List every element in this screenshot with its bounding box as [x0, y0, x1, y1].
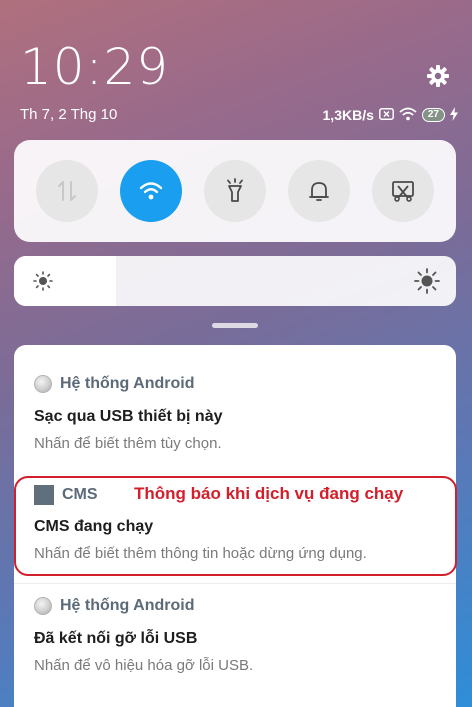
- data-arrows-icon: [58, 181, 76, 201]
- notification-title: Sạc qua USB thiết bị này: [34, 408, 223, 425]
- battery-icon: 27: [421, 108, 445, 122]
- brightness-fill: [14, 256, 116, 306]
- date-label[interactable]: Th 7, 2 Thg 10: [20, 106, 117, 123]
- toggle-screenshot[interactable]: [372, 160, 434, 222]
- sun-small-icon: [33, 271, 53, 291]
- cms-app-icon: [34, 485, 54, 505]
- android-system-icon: [34, 597, 52, 615]
- bell-icon: [309, 182, 329, 201]
- toggle-sound[interactable]: [288, 160, 350, 222]
- notification-app-name: CMS: [62, 486, 98, 503]
- notification-item[interactable]: CMS CMS đang chạy Nhấn để biết thêm thôn…: [14, 485, 456, 565]
- notification-title: Đã kết nối gỡ lỗi USB: [34, 630, 198, 647]
- battery-level: 27: [427, 109, 439, 120]
- notification-header: CMS: [34, 485, 98, 505]
- charging-bolt-icon: [450, 106, 458, 124]
- flashlight-icon: [227, 178, 243, 202]
- brightness-slider[interactable]: [14, 256, 456, 306]
- scissors-screenshot-icon: [392, 181, 414, 202]
- gear-icon[interactable]: [426, 64, 450, 88]
- notification-list: Hệ thống Android Sạc qua USB thiết bị nà…: [14, 345, 457, 707]
- clock-time[interactable]: 10:29: [20, 38, 169, 96]
- android-system-icon: [34, 375, 52, 393]
- notification-body: Nhấn để biết thêm thông tin hoặc dừng ứn…: [34, 545, 367, 562]
- notification-app-name: Hệ thống Android: [60, 597, 195, 614]
- sun-large-icon: [414, 268, 440, 294]
- notification-item[interactable]: Hệ thống Android Đã kết nối gỡ lỗi USB N…: [14, 597, 456, 677]
- notification-item[interactable]: Hệ thống Android Sạc qua USB thiết bị nà…: [14, 375, 456, 455]
- wifi-status-icon: [399, 107, 417, 124]
- notification-header: Hệ thống Android: [34, 375, 195, 393]
- notification-header: Hệ thống Android: [34, 597, 195, 615]
- quick-settings-panel: [14, 140, 456, 242]
- toggle-mobile-data[interactable]: [36, 160, 98, 222]
- drawer-handle[interactable]: [212, 323, 258, 328]
- sim-disabled-icon: [378, 107, 394, 123]
- status-icons: 1,3KB/s 27: [323, 106, 458, 124]
- notification-title: CMS đang chạy: [34, 518, 154, 535]
- toggle-wifi[interactable]: [120, 160, 182, 222]
- wifi-icon: [139, 182, 163, 200]
- notification-body: Nhấn để biết thêm tùy chọn.: [34, 435, 222, 452]
- network-speed: 1,3KB/s: [322, 107, 374, 123]
- notification-app-name: Hệ thống Android: [60, 375, 195, 392]
- toggle-flashlight[interactable]: [204, 160, 266, 222]
- divider: [14, 583, 456, 584]
- notification-body: Nhấn để vô hiệu hóa gỡ lỗi USB.: [34, 657, 254, 674]
